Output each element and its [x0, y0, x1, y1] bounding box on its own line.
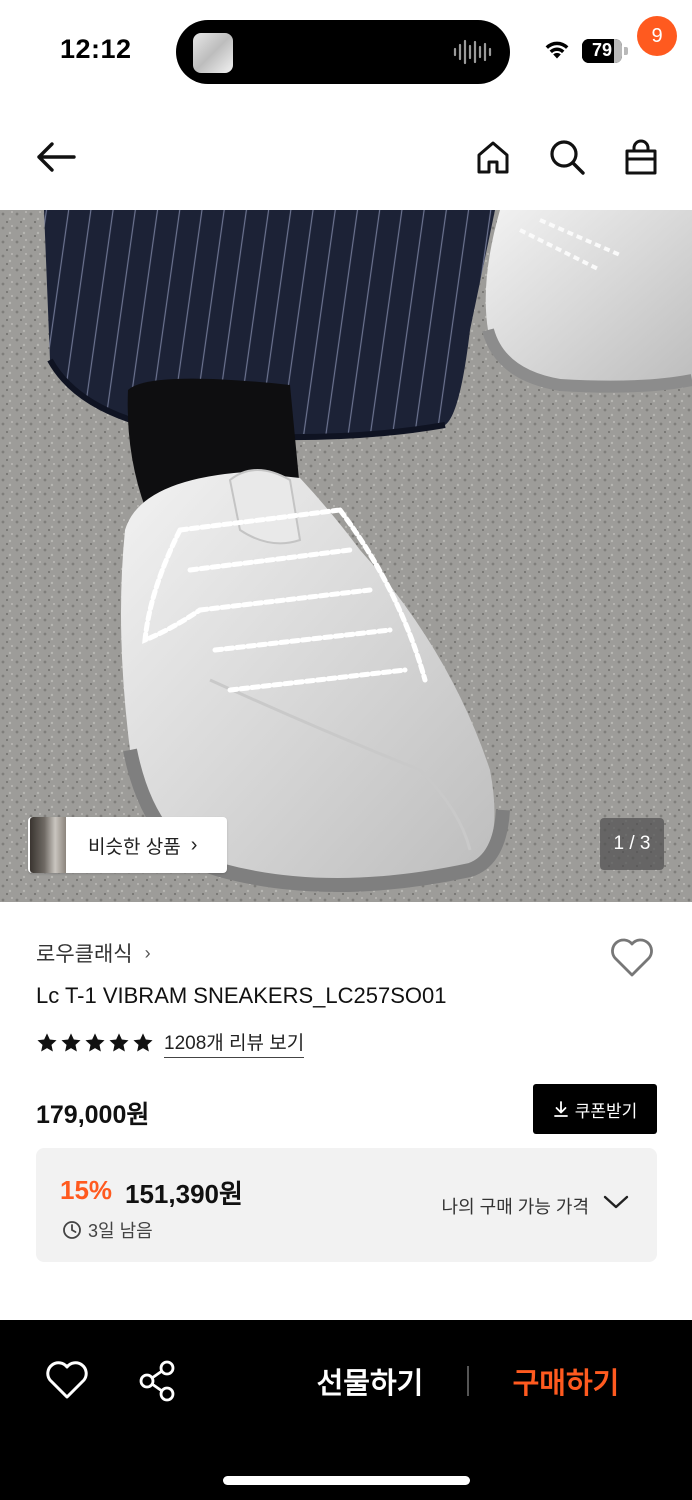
share-icon	[139, 1360, 175, 1402]
star-icon	[37, 1033, 57, 1052]
rating-row: 1208개 리뷰 보기	[36, 1028, 305, 1058]
back-button[interactable]	[30, 131, 82, 183]
chevron-down-icon	[603, 1195, 629, 1209]
download-icon	[553, 1101, 568, 1117]
bottom-wishlist-button[interactable]	[44, 1358, 90, 1404]
wifi-icon	[545, 41, 569, 59]
star-icon	[109, 1033, 129, 1052]
audio-waveform-icon	[453, 39, 492, 65]
home-icon	[477, 141, 509, 174]
clock-icon	[63, 1221, 81, 1239]
search-icon	[550, 140, 585, 175]
cart-button[interactable]	[615, 131, 667, 183]
product-image-gallery[interactable]	[0, 210, 692, 902]
remaining-label: 3일 남음	[88, 1221, 153, 1241]
brand-name: 로우클래식	[36, 943, 133, 966]
my-price-label: 나의 구매 가능 가격	[441, 1197, 589, 1217]
product-name: Lc T-1 VIBRAM SNEAKERS_LC257SO01	[36, 983, 447, 1008]
status-time: 12:12	[60, 34, 132, 64]
buy-button[interactable]: 구매하기	[496, 1358, 636, 1404]
star-icon	[61, 1033, 81, 1052]
heart-icon	[46, 1361, 88, 1399]
original-price: 179,000원	[36, 1101, 150, 1129]
similar-products-button[interactable]: 비슷한 상품 ›	[28, 817, 227, 873]
dynamic-island[interactable]	[176, 20, 510, 84]
similar-product-thumbnail	[30, 817, 66, 873]
battery-percent: 79	[591, 40, 613, 60]
battery-indicator: 79	[582, 39, 628, 63]
gift-button[interactable]: 선물하기	[300, 1358, 440, 1404]
chevron-right-icon: ›	[190, 833, 198, 856]
star-icon	[133, 1033, 153, 1052]
home-button[interactable]	[467, 131, 519, 183]
product-photo	[0, 210, 692, 902]
image-page-indicator: 1 / 3	[600, 818, 664, 870]
home-indicator[interactable]	[223, 1476, 470, 1485]
share-button[interactable]	[136, 1358, 180, 1404]
button-divider	[467, 1366, 469, 1396]
wishlist-button[interactable]	[608, 935, 656, 979]
arrow-left-icon	[37, 142, 76, 172]
rating-stars	[36, 1032, 154, 1054]
star-icon	[85, 1033, 105, 1052]
status-bar: 12:12 79	[0, 0, 692, 100]
similar-products-label: 비슷한 상품	[88, 836, 181, 858]
discount-rate: 15%	[60, 1175, 113, 1205]
shopping-bag-icon	[625, 139, 657, 175]
brand-link[interactable]: 로우클래식 ›	[36, 938, 151, 968]
chevron-right-icon: ›	[144, 942, 151, 963]
review-link[interactable]: 1208개 리뷰 보기	[164, 1028, 305, 1058]
coupon-label: 쿠폰받기	[574, 1101, 638, 1121]
coupon-download-button[interactable]: 쿠폰받기	[533, 1084, 657, 1134]
bottom-action-bar: 선물하기 구매하기	[0, 1320, 692, 1500]
top-navigation	[0, 100, 692, 210]
remaining-time: 3일 남음	[62, 1217, 153, 1243]
cart-count-badge: 9	[637, 16, 677, 56]
heart-icon	[611, 938, 653, 977]
now-playing-thumbnail	[193, 33, 233, 73]
search-button[interactable]	[541, 131, 593, 183]
discount-price-panel[interactable]: 15% 151,390원 3일 남음 나의 구매 가능 가격	[36, 1148, 657, 1262]
sale-price: 151,390원	[125, 1179, 243, 1209]
